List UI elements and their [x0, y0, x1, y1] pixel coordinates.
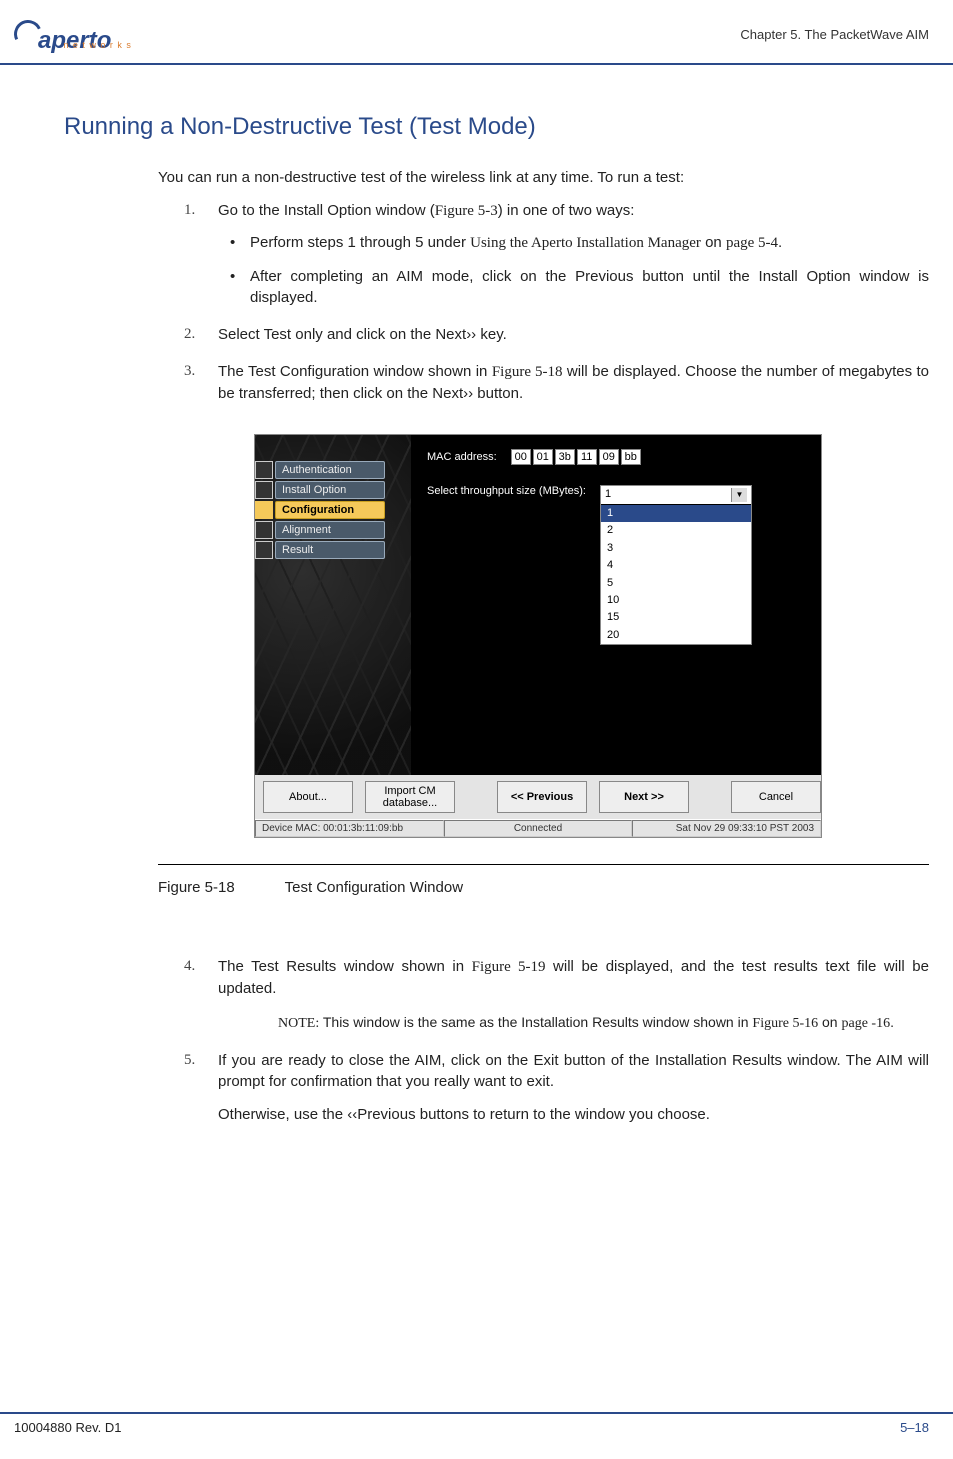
mac-label: MAC address: — [427, 451, 497, 463]
bullet-1: Perform steps 1 through 5 under Using th… — [230, 232, 929, 254]
sidebar-item-install-option[interactable]: Install Option — [255, 481, 411, 499]
step1-tail: ) in one of two ways: — [498, 202, 635, 219]
step-5: If you are ready to close the AIM, click… — [184, 1050, 929, 1125]
sidebar-item-alignment[interactable]: Alignment — [255, 521, 411, 539]
chapter-label: Chapter 5. The PacketWave AIM — [740, 27, 929, 42]
logo: aperto n e t w o r k s — [14, 14, 132, 55]
app-main-panel: MAC address: 00 01 3b 11 09 bb Select th… — [411, 435, 821, 775]
step-2: Select Test only and click on the Next››… — [184, 324, 929, 345]
step-4: The Test Results window shown in Figure … — [184, 956, 929, 1034]
figure-5-18: Authentication Install Option Configurat… — [254, 434, 929, 838]
sidebar-item-result[interactable]: Result — [255, 541, 411, 559]
app-status-bar: Device MAC: 00:01:3b:11:09:bb Connected … — [255, 819, 821, 837]
previous-button[interactable]: << Previous — [497, 781, 587, 813]
figure-rule — [158, 864, 929, 865]
step1-ref: Figure 5-3 — [435, 203, 498, 219]
figure-caption: Figure 5-18 Test Configuration Window — [158, 879, 929, 896]
next-button[interactable]: Next >> — [599, 781, 689, 813]
throughput-select[interactable]: 1 ▼ 1 2 3 4 5 10 15 20 — [600, 485, 752, 645]
step-3: The Test Configuration window shown in F… — [184, 361, 929, 404]
cancel-button[interactable]: Cancel — [731, 781, 821, 813]
figure-title: Test Configuration Window — [285, 879, 463, 896]
note-lead: NOTE: — [278, 1016, 319, 1031]
footer-docid: 10004880 Rev. D1 — [14, 1420, 121, 1435]
status-connection: Connected — [444, 820, 633, 837]
status-mac: Device MAC: 00:01:3b:11:09:bb — [255, 820, 444, 837]
sidebar-item-configuration[interactable]: Configuration — [255, 501, 411, 519]
bullet-2: After completing an AIM mode, click on t… — [230, 266, 929, 308]
step1-lead: Go to the Install Option window ( — [218, 202, 435, 219]
logo-subtext: n e t w o r k s — [63, 40, 132, 50]
app-button-bar: About... Import CM database... << Previo… — [255, 775, 821, 819]
mac-address-field[interactable]: 00 01 3b 11 09 bb — [511, 449, 641, 465]
throughput-selected: 1 — [605, 488, 611, 502]
sidebar-item-authentication[interactable]: Authentication — [255, 461, 411, 479]
app-window: Authentication Install Option Configurat… — [254, 434, 822, 838]
throughput-label: Select throughput size (MBytes): — [427, 485, 586, 497]
intro-text: You can run a non-destructive test of th… — [158, 169, 929, 186]
footer-page-number: 5–18 — [900, 1420, 929, 1435]
app-sidebar: Authentication Install Option Configurat… — [255, 435, 411, 775]
section-title: Running a Non-Destructive Test (Test Mod… — [64, 113, 929, 141]
page-footer: 10004880 Rev. D1 5–18 — [0, 1412, 953, 1435]
page-header: aperto n e t w o r k s Chapter 5. The Pa… — [0, 0, 953, 65]
note-block: NOTE: This window is the same as the Ins… — [278, 1013, 929, 1034]
throughput-option-list[interactable]: 1 2 3 4 5 10 15 20 — [601, 505, 751, 644]
about-button[interactable]: About... — [263, 781, 353, 813]
dropdown-arrow-icon[interactable]: ▼ — [731, 488, 747, 502]
status-time: Sat Nov 29 09:33:10 PST 2003 — [632, 820, 821, 837]
import-button[interactable]: Import CM database... — [365, 781, 455, 813]
step-1: Go to the Install Option window (Figure … — [184, 200, 929, 308]
figure-number: Figure 5-18 — [158, 879, 235, 896]
